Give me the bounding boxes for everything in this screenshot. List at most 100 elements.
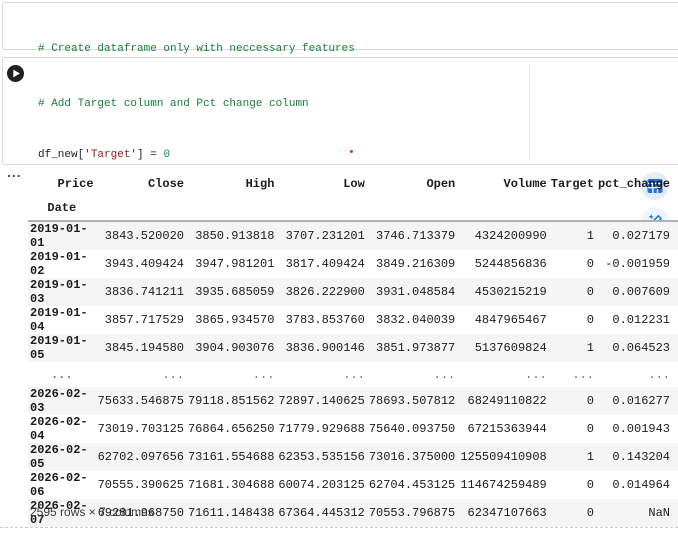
- table-cell: 0: [549, 306, 596, 334]
- table-cell: 72897.140625: [276, 387, 366, 415]
- table-cell: 0.014964: [596, 471, 678, 499]
- table-cell: 75640.093750: [367, 415, 457, 443]
- row-index: 2026-02-03: [28, 387, 96, 415]
- table-cell: 62347107663: [457, 499, 549, 527]
- row-index: 2019-01-02: [28, 250, 96, 278]
- table-cell: 73019.703125: [96, 415, 186, 443]
- table-cell: 3826.222900: [276, 278, 366, 306]
- table-row: 2026-02-0562702.09765673161.55468862353.…: [28, 443, 678, 471]
- empty-header-cell: [186, 196, 276, 221]
- table-cell: 1: [549, 334, 596, 362]
- table-cell: 125509410908: [457, 443, 549, 471]
- table-cell: 3707.231201: [276, 221, 366, 250]
- dataframe-header: PriceCloseHighLowOpenVolumeTargetpct_cha…: [28, 172, 678, 221]
- table-cell: 0: [549, 278, 596, 306]
- table-cell: 3832.040039: [367, 306, 457, 334]
- table-cell: ...: [186, 362, 276, 387]
- table-cell: NaN: [596, 499, 678, 527]
- table-cell: 73161.554688: [186, 443, 276, 471]
- table-cell: 3836.741211: [96, 278, 186, 306]
- table-row: ........................: [28, 362, 678, 387]
- column-header-row: PriceCloseHighLowOpenVolumeTargetpct_cha…: [28, 172, 678, 196]
- table-cell: 0.001943: [596, 415, 678, 443]
- table-cell: 78693.507812: [367, 387, 457, 415]
- table-cell: 5137609824: [457, 334, 549, 362]
- table-cell: 114674259489: [457, 471, 549, 499]
- dataframe-body: 2019-01-013843.5200203850.9138183707.231…: [28, 221, 678, 527]
- table-cell: 3865.934570: [186, 306, 276, 334]
- row-index: 2019-01-04: [28, 306, 96, 334]
- table-cell: 4530215219: [457, 278, 549, 306]
- dataframe-table: PriceCloseHighLowOpenVolumeTargetpct_cha…: [28, 172, 678, 527]
- table-cell: 4324200990: [457, 221, 549, 250]
- row-index: ...: [28, 362, 96, 387]
- row-index: 2019-01-03: [28, 278, 96, 306]
- output-collapse-indicator[interactable]: ...: [7, 165, 22, 179]
- table-cell: 62704.453125: [367, 471, 457, 499]
- column-header: Low: [276, 172, 366, 196]
- run-cell-button[interactable]: [7, 65, 24, 82]
- row-index: 2026-02-06: [28, 471, 96, 499]
- table-cell: 3836.900146: [276, 334, 366, 362]
- cell-separator: [0, 527, 678, 528]
- code-line[interactable]: df_new['Target'] = 0: [38, 147, 678, 164]
- code-line[interactable]: # Add Target column and Pct change colum…: [38, 96, 678, 113]
- table-cell: ...: [549, 362, 596, 387]
- row-index: 2026-02-05: [28, 443, 96, 471]
- table-cell: 0.016277: [596, 387, 678, 415]
- table-cell: 3857.717529: [96, 306, 186, 334]
- table-cell: 79118.851562: [186, 387, 276, 415]
- table-cell: 75633.546875: [96, 387, 186, 415]
- table-cell: 0.027179: [596, 221, 678, 250]
- table-cell: ...: [96, 362, 186, 387]
- table-cell: 70555.390625: [96, 471, 186, 499]
- column-header: Close: [96, 172, 186, 196]
- table-cell: 76864.656250: [186, 415, 276, 443]
- table-cell: ...: [367, 362, 457, 387]
- empty-header-cell: [276, 196, 366, 221]
- table-cell: 73016.375000: [367, 443, 457, 471]
- table-cell: 0.012231: [596, 306, 678, 334]
- index-name-row: Date: [28, 196, 678, 221]
- notebook-page: # Create dataframe only with neccessary …: [0, 0, 678, 534]
- table-cell: 0.064523: [596, 334, 678, 362]
- table-row: 2019-01-013843.5200203850.9138183707.231…: [28, 221, 678, 250]
- table-cell: 67215363944: [457, 415, 549, 443]
- code-cell-1: # Create dataframe only with neccessary …: [2, 2, 678, 50]
- empty-header-cell: [96, 196, 186, 221]
- table-row: 2026-02-0375633.54687579118.85156272897.…: [28, 387, 678, 415]
- row-index: 2019-01-05: [28, 334, 96, 362]
- table-cell: 3783.853760: [276, 306, 366, 334]
- table-cell: 4847965467: [457, 306, 549, 334]
- table-cell: 0: [549, 499, 596, 527]
- table-cell: 67364.445312: [276, 499, 366, 527]
- code-cell-2: # Add Target column and Pct change colum…: [2, 57, 678, 165]
- table-cell: 1: [549, 443, 596, 471]
- table-cell: 71779.929688: [276, 415, 366, 443]
- table-cell: 70553.796875: [367, 499, 457, 527]
- table-cell: 3849.216309: [367, 250, 457, 278]
- code-token: df_new[: [38, 149, 84, 161]
- code-line[interactable]: # Create dataframe only with neccessary …: [38, 41, 678, 58]
- column-header: pct_change: [596, 172, 678, 196]
- table-cell: 3851.973877: [367, 334, 457, 362]
- code-token: # Add Target column and Pct change colum…: [38, 98, 309, 110]
- row-index: 2026-02-04: [28, 415, 96, 443]
- table-cell: 3845.194580: [96, 334, 186, 362]
- table-cell: 0: [549, 415, 596, 443]
- table-cell: 5244856836: [457, 250, 549, 278]
- table-cell: 3817.409424: [276, 250, 366, 278]
- table-cell: 60074.203125: [276, 471, 366, 499]
- table-cell: 3935.685059: [186, 278, 276, 306]
- column-header: Volume: [457, 172, 549, 196]
- column-header: Open: [367, 172, 457, 196]
- table-cell: 3904.903076: [186, 334, 276, 362]
- table-cell: 3746.713379: [367, 221, 457, 250]
- column-header: Target: [549, 172, 596, 196]
- table-row: 2019-01-023943.4094243947.9812013817.409…: [28, 250, 678, 278]
- table-row: 2019-01-043857.7175293865.9345703783.853…: [28, 306, 678, 334]
- table-row: 2026-02-0670555.39062571681.30468860074.…: [28, 471, 678, 499]
- table-row: 2026-02-0473019.70312576864.65625071779.…: [28, 415, 678, 443]
- table-cell: 3843.520020: [96, 221, 186, 250]
- table-cell: 3943.409424: [96, 250, 186, 278]
